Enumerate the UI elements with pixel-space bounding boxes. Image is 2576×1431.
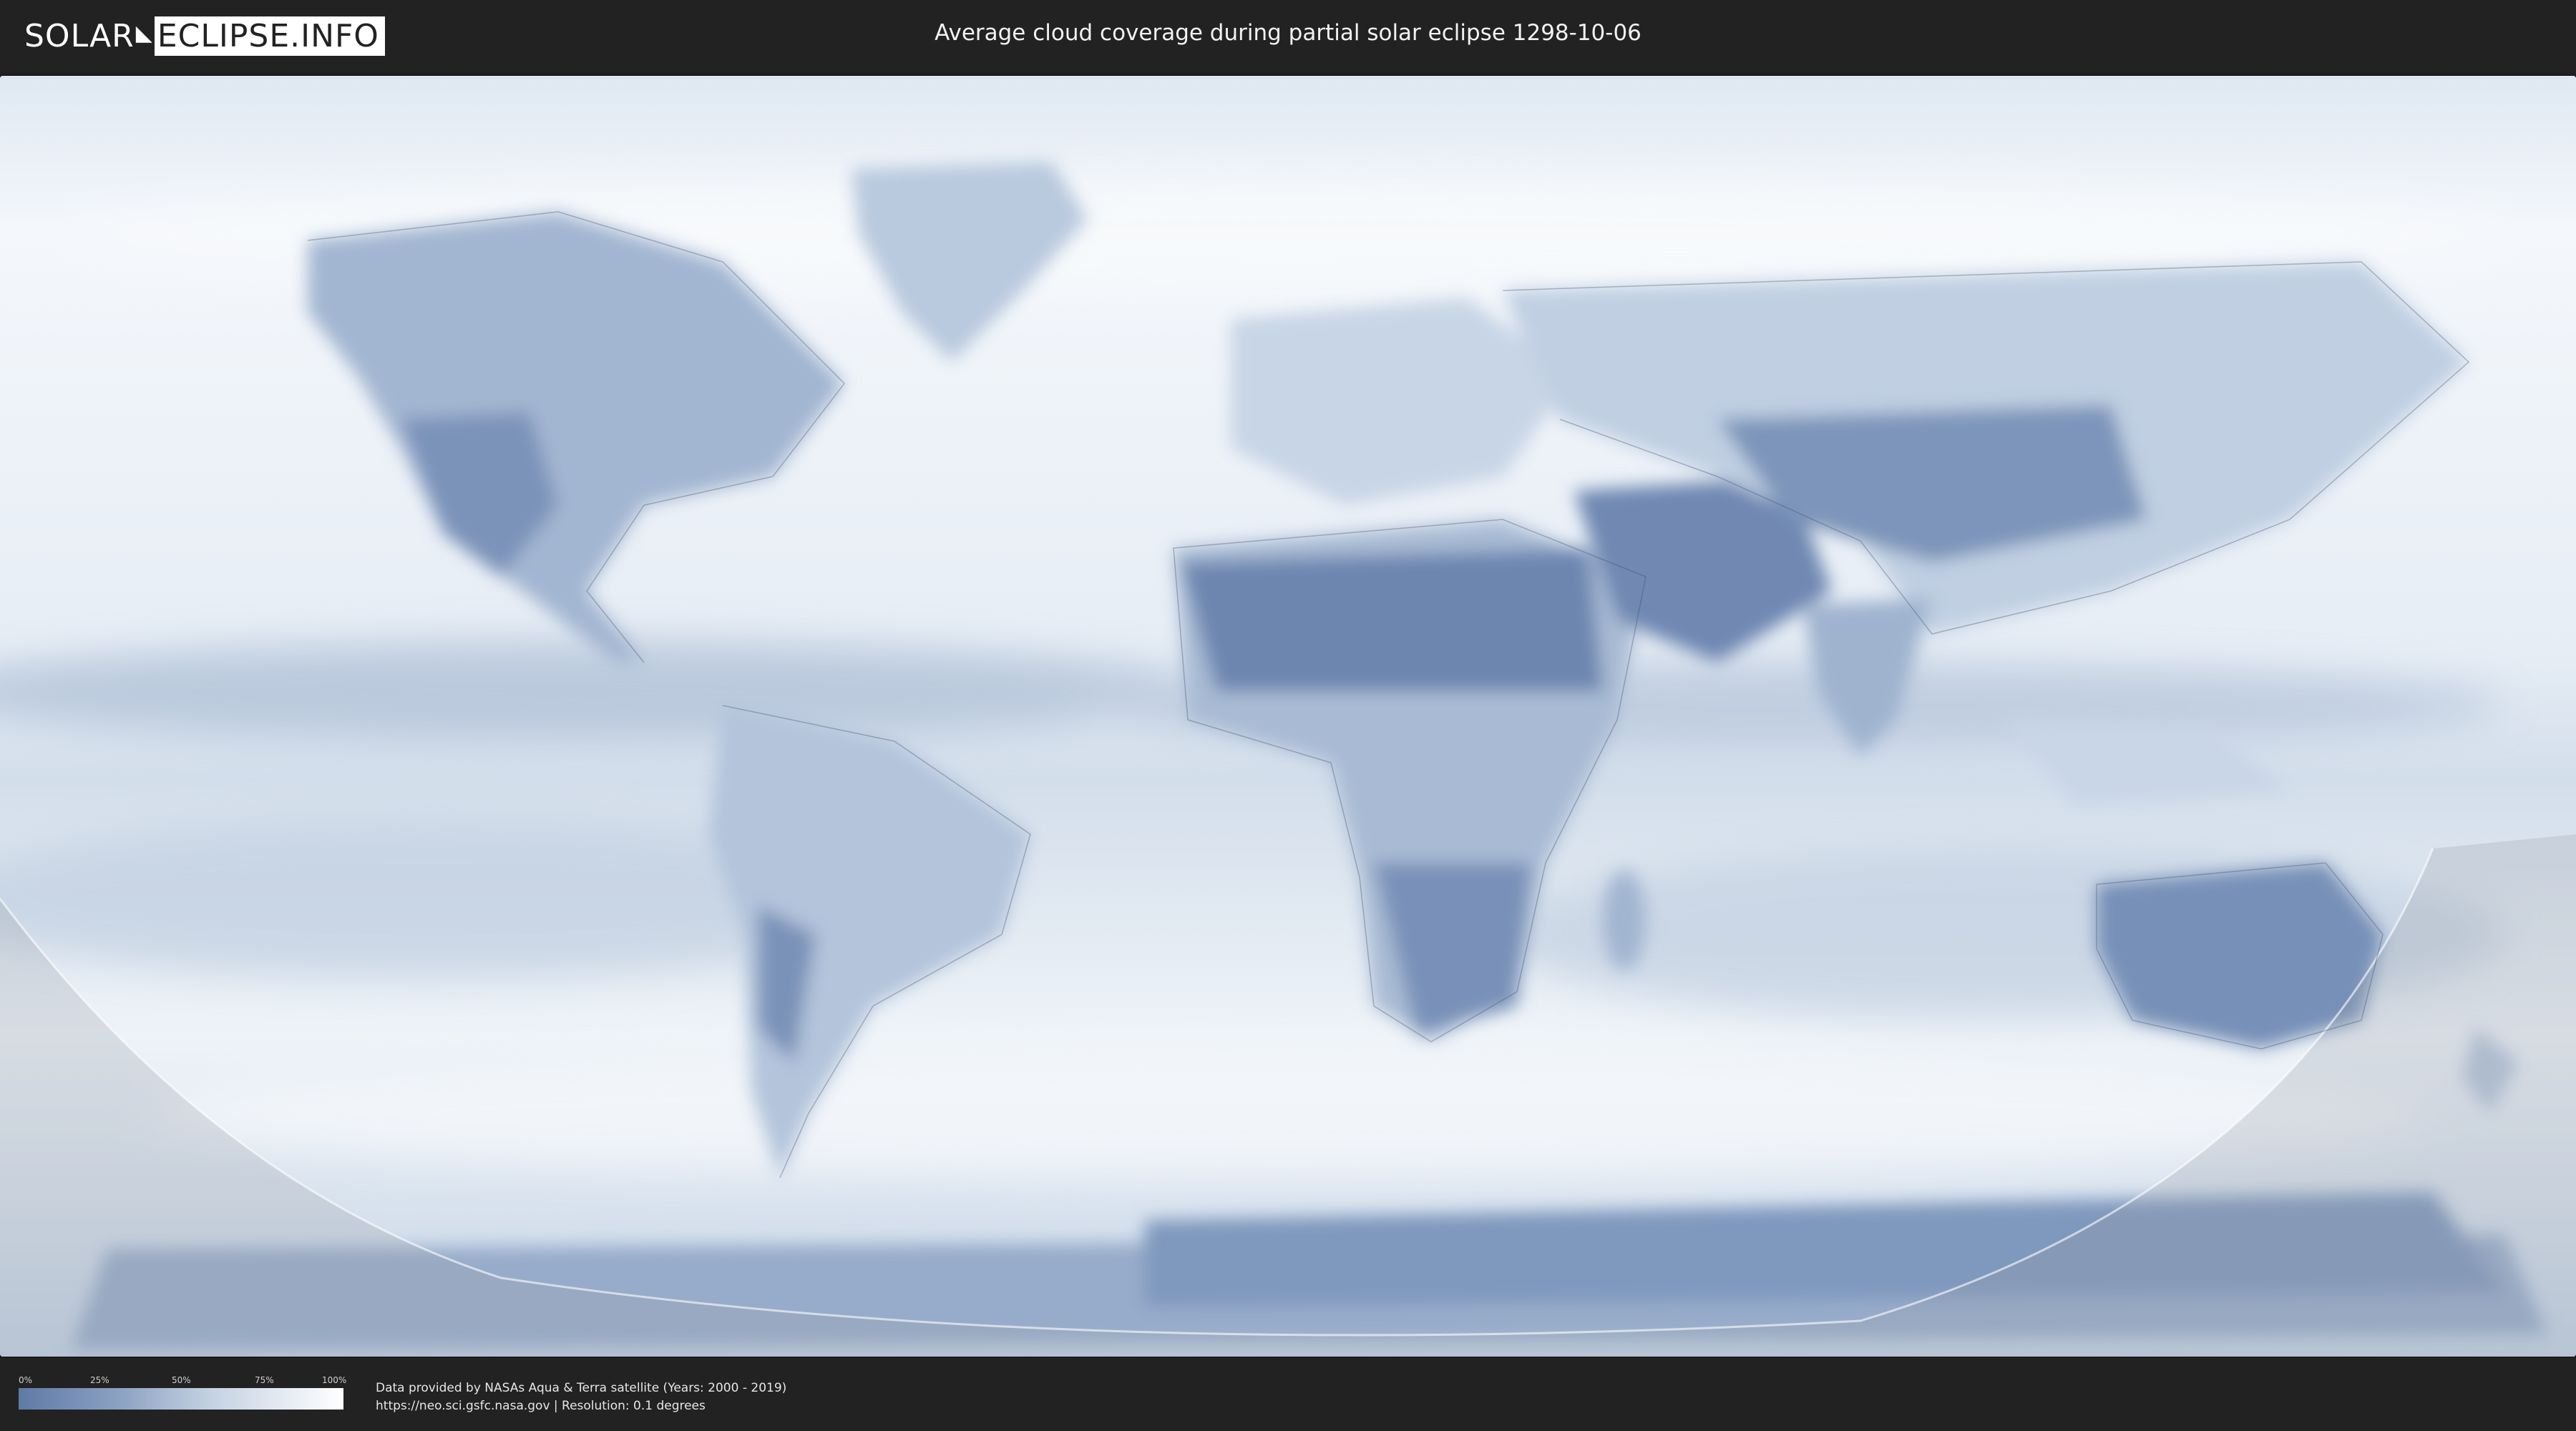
legend-gradient-bar	[19, 1388, 343, 1410]
legend-tick: 0%	[19, 1375, 33, 1385]
data-credits: Data provided by NASAs Aqua & Terra sate…	[376, 1379, 786, 1415]
cloud-cover-legend: 0% 25% 50% 75% 100%	[19, 1375, 347, 1410]
header-bar: SOLAR ◣ ECLIPSE.INFO Average cloud cover…	[0, 0, 2576, 72]
page-title: Average cloud coverage during partial so…	[935, 20, 1641, 46]
cloud-cover-map[interactable]	[0, 76, 2576, 1357]
legend-tick: 25%	[90, 1375, 109, 1385]
credits-link[interactable]: https://neo.sci.gsfc.nasa.gov | Resoluti…	[376, 1397, 786, 1415]
legend-tick: 50%	[172, 1375, 191, 1385]
world-map-icon	[0, 76, 2576, 1357]
legend-tick: 100%	[322, 1375, 347, 1385]
legend-ticks: 0% 25% 50% 75% 100%	[19, 1375, 347, 1387]
legend-tick: 75%	[255, 1375, 274, 1385]
credits-source: Data provided by NASAs Aqua & Terra sate…	[376, 1381, 787, 1395]
